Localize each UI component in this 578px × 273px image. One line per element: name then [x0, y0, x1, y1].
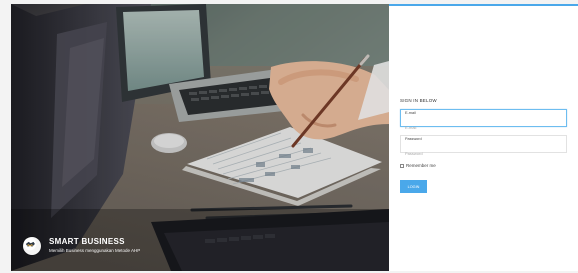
- password-field-container[interactable]: Password: [400, 135, 567, 158]
- password-input[interactable]: [405, 149, 562, 158]
- email-input[interactable]: [405, 123, 562, 132]
- remember-me-option[interactable]: Remember me: [400, 163, 436, 168]
- brand-text: SMART BUSINESS Memilih Business mengguna…: [49, 238, 140, 253]
- business-logo-icon: [23, 237, 41, 255]
- email-label: E-mail: [405, 111, 416, 115]
- hero-image-panel: SMART BUSINESS Memilih Business mengguna…: [11, 4, 389, 271]
- brand-title: SMART BUSINESS: [49, 237, 125, 247]
- email-field-container[interactable]: E-mail: [400, 109, 567, 132]
- brand-subtitle: Memilih Business menggunakan Metode AHP: [49, 247, 141, 253]
- login-button[interactable]: LOGIN: [400, 180, 427, 193]
- login-page: SMART BUSINESS Memilih Business mengguna…: [0, 0, 578, 273]
- login-heading: SIGN IN BELOW: [400, 98, 437, 103]
- desk-laptop-illustration: [11, 4, 389, 271]
- remember-me-checkbox[interactable]: [400, 163, 404, 168]
- login-panel: SIGN IN BELOW E-mail Password Remember m…: [389, 4, 578, 271]
- password-label: Password: [405, 137, 422, 141]
- handshake-logo-icon: [23, 237, 37, 251]
- remember-me-label: Remember me: [406, 163, 436, 168]
- brand-block: SMART BUSINESS Memilih Business mengguna…: [23, 237, 140, 255]
